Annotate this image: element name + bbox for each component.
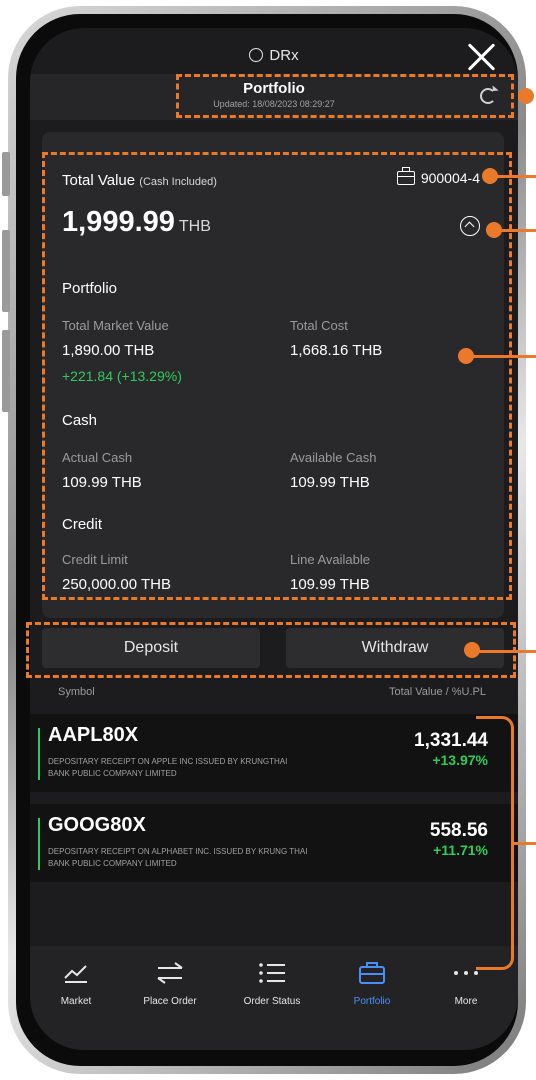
annotation-actions-box <box>26 622 516 678</box>
list-icon <box>232 956 312 990</box>
holding-description: DEPOSITARY RECEIPT ON ALPHABET INC. ISSU… <box>48 847 308 868</box>
holding-symbol: GOOG80X <box>48 814 146 836</box>
annotation-marker <box>518 88 534 104</box>
annotation-holdings-bracket <box>476 716 514 970</box>
tab-label: Place Order <box>143 996 197 1007</box>
tab-market[interactable]: Market <box>36 956 116 1007</box>
annotation-line <box>512 842 536 845</box>
annotation-header-box <box>176 74 514 118</box>
holding-indicator <box>38 818 40 870</box>
mute-switch <box>2 152 10 196</box>
annotation-marker <box>458 348 474 364</box>
annotation-line <box>478 650 536 653</box>
tab-portfolio[interactable]: Portfolio <box>332 956 412 1007</box>
tab-label: Portfolio <box>353 996 391 1007</box>
bottom-tab-bar: Market Place Order Order Status Portfoli… <box>30 946 518 1050</box>
swap-icon <box>130 956 210 990</box>
annotation-marker <box>482 168 498 184</box>
value-column-header: Total Value / %U.PL <box>388 686 486 698</box>
chart-icon <box>36 956 116 990</box>
tab-place-order[interactable]: Place Order <box>130 956 210 1007</box>
tab-order-status[interactable]: Order Status <box>232 956 312 1007</box>
tab-label: Order Status <box>243 996 301 1007</box>
close-button[interactable] <box>466 42 496 72</box>
holding-row[interactable]: AAPL80X DEPOSITARY RECEIPT ON APPLE INC … <box>30 714 518 792</box>
holding-symbol: AAPL80X <box>48 724 139 746</box>
volume-up-button <box>2 230 10 312</box>
annotation-line <box>472 355 536 358</box>
annotation-line <box>498 229 536 232</box>
annotation-marker <box>486 222 502 238</box>
volume-down-button <box>2 330 10 412</box>
holding-row[interactable]: GOOG80X DEPOSITARY RECEIPT ON ALPHABET I… <box>30 804 518 882</box>
symbol-column-header: Symbol <box>58 686 95 698</box>
annotation-marker <box>464 642 480 658</box>
holding-description: DEPOSITARY RECEIPT ON APPLE INC ISSUED B… <box>48 757 288 778</box>
annotation-summary-box <box>42 152 512 600</box>
tab-label: More <box>454 996 478 1007</box>
brand: DRx <box>249 46 299 64</box>
tab-label: Market <box>60 996 92 1007</box>
drx-logo-icon <box>249 48 264 62</box>
briefcase-icon <box>332 956 412 990</box>
brand-name: DRx <box>269 46 299 64</box>
app-top-bar: DRx <box>30 28 518 74</box>
holding-indicator <box>38 728 40 780</box>
